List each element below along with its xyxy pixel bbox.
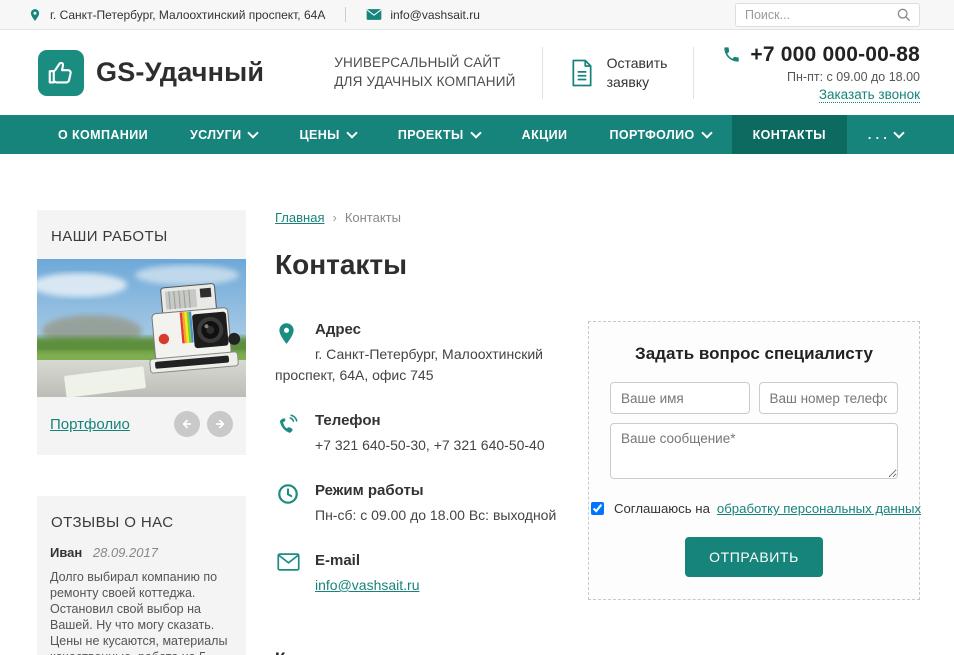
contact-info: Адрес г. Санкт-Петербург, Малоохтинский … xyxy=(275,321,570,622)
header-phone-block: +7 000 000-00-88 Пн-пт: с 09.00 до 18.00… xyxy=(722,43,920,103)
arrow-left-icon xyxy=(179,416,195,432)
contact-row-email: E-mail info@vashsait.ru xyxy=(275,552,570,596)
leave-request-button[interactable]: Оставить заявку xyxy=(569,54,668,92)
clock-icon xyxy=(277,483,299,505)
breadcrumb-current: Контакты xyxy=(345,210,401,225)
search-box[interactable] xyxy=(735,3,920,27)
search-input[interactable] xyxy=(743,7,896,23)
logo-text: GS-Удачный xyxy=(96,57,264,88)
phone-input[interactable] xyxy=(759,382,899,414)
nav-item-projects[interactable]: ПРОЕКТЫ xyxy=(377,115,501,154)
chevron-down-icon xyxy=(701,127,712,138)
working-hours: Пн-пт: с 09.00 до 18.00 xyxy=(787,70,920,84)
nav-item-portfolio[interactable]: ПОРТФОЛИО xyxy=(588,115,731,154)
callback-link[interactable]: Заказать звонок xyxy=(819,87,920,103)
nav-item-promos[interactable]: АКЦИИ xyxy=(501,115,589,154)
arrow-right-icon xyxy=(212,416,228,432)
contact-value: +7 321 640-50-30, +7 321 640-50-40 xyxy=(315,435,570,456)
page-title: Контакты xyxy=(275,249,920,281)
location-pin-icon xyxy=(28,7,42,23)
divider xyxy=(345,7,346,22)
consent-text: Соглашаюсь на xyxy=(614,501,710,516)
email-icon xyxy=(366,8,382,21)
main-nav: О КОМПАНИИ УСЛУГИ ЦЕНЫ ПРОЕКТЫ АКЦИИ ПОР… xyxy=(0,115,954,154)
contact-row-address: Адрес г. Санкт-Петербург, Малоохтинский … xyxy=(275,321,570,386)
topbar: г. Санкт-Петербург, Малоохтинский проспе… xyxy=(0,0,954,30)
divider xyxy=(693,47,694,99)
topbar-contacts: г. Санкт-Петербург, Малоохтинский проспе… xyxy=(28,7,480,23)
consent-link[interactable]: обработку персональных данных xyxy=(717,501,921,516)
reviews-widget: ОТЗЫВЫ О НАС Иван 28.09.2017 Долго выбир… xyxy=(37,496,246,655)
name-input[interactable] xyxy=(610,382,750,414)
review-date: 28.09.2017 xyxy=(93,545,158,560)
topbar-email-link[interactable]: info@vashsait.ru xyxy=(390,8,480,22)
nav-item-about[interactable]: О КОМПАНИИ xyxy=(37,115,169,154)
review-text: Долго выбирал компанию по ремонту своей … xyxy=(50,569,233,655)
submit-button[interactable]: ОТПРАВИТЬ xyxy=(685,537,823,577)
divider xyxy=(542,47,543,99)
contact-title: Адрес xyxy=(315,321,570,338)
map-title: Карта проезда xyxy=(275,649,920,655)
consent-checkbox[interactable] xyxy=(591,502,604,515)
prev-arrow-button[interactable] xyxy=(174,411,200,437)
phone-icon xyxy=(722,45,741,64)
nav-item-contacts[interactable]: КОНТАКТЫ xyxy=(732,115,847,154)
breadcrumb-home[interactable]: Главная xyxy=(275,210,324,225)
contact-title: Режим работы xyxy=(315,482,570,499)
breadcrumb: Главная › Контакты xyxy=(275,210,920,225)
portfolio-photo[interactable] xyxy=(37,259,246,397)
review-author: Иван xyxy=(50,545,82,560)
document-icon xyxy=(569,58,595,88)
contact-row-hours: Режим работы Пн-сб: с 09.00 до 18.00 Вс:… xyxy=(275,482,570,526)
nav-item-services[interactable]: УСЛУГИ xyxy=(169,115,279,154)
contact-email-link[interactable]: info@vashsait.ru xyxy=(315,577,419,593)
breadcrumb-separator: › xyxy=(332,210,336,225)
tagline: УНИВЕРСАЛЬНЫЙ САЙТ ДЛЯ УДАЧНЫХ КОМПАНИЙ xyxy=(334,54,515,92)
phone-waves-icon xyxy=(277,413,299,435)
reviews-title: ОТЗЫВЫ О НАС xyxy=(51,514,233,531)
nav-item-more[interactable]: . . . xyxy=(847,115,924,154)
chevron-down-icon xyxy=(894,127,905,138)
thumbs-up-icon xyxy=(38,50,84,96)
chevron-down-icon xyxy=(470,127,481,138)
chevron-down-icon xyxy=(248,127,259,138)
location-pin-icon xyxy=(277,322,296,345)
message-input[interactable] xyxy=(610,423,898,479)
sidebar: НАШИ РАБОТЫ xyxy=(37,210,246,655)
next-arrow-button[interactable] xyxy=(207,411,233,437)
portfolio-link[interactable]: Портфолио xyxy=(50,416,130,433)
topbar-address: г. Санкт-Петербург, Малоохтинский проспе… xyxy=(50,8,325,22)
request-line2: заявку xyxy=(607,73,668,92)
page: г. Санкт-Петербург, Малоохтинский проспе… xyxy=(0,0,954,655)
nav-item-prices[interactable]: ЦЕНЫ xyxy=(278,115,376,154)
contact-row-phone: Телефон +7 321 640-50-30, +7 321 640-50-… xyxy=(275,412,570,456)
email-icon xyxy=(277,553,300,571)
logo[interactable]: GS-Удачный xyxy=(38,50,264,96)
form-title: Задать вопрос специалисту xyxy=(610,344,898,364)
our-works-widget: НАШИ РАБОТЫ xyxy=(37,210,246,455)
contact-value: Пн-сб: с 09.00 до 18.00 Вс: выходной xyxy=(315,505,570,526)
works-title: НАШИ РАБОТЫ xyxy=(51,228,233,245)
header: GS-Удачный УНИВЕРСАЛЬНЫЙ САЙТ ДЛЯ УДАЧНЫ… xyxy=(0,30,954,115)
main-content: Главная › Контакты Контакты Адрес г. Сан… xyxy=(275,210,920,655)
tagline-line2: ДЛЯ УДАЧНЫХ КОМПАНИЙ xyxy=(334,73,515,92)
chevron-down-icon xyxy=(346,127,357,138)
contact-title: E-mail xyxy=(315,552,570,569)
question-form: Задать вопрос специалисту Соглашаюсь на … xyxy=(588,321,920,600)
request-line1: Оставить xyxy=(607,54,668,73)
search-icon[interactable] xyxy=(896,7,912,23)
contact-title: Телефон xyxy=(315,412,570,429)
contact-value: г. Санкт-Петербург, Малоохтинский проспе… xyxy=(275,344,570,386)
tagline-line1: УНИВЕРСАЛЬНЫЙ САЙТ xyxy=(334,54,515,73)
header-phone-number[interactable]: +7 000 000-00-88 xyxy=(750,43,920,67)
